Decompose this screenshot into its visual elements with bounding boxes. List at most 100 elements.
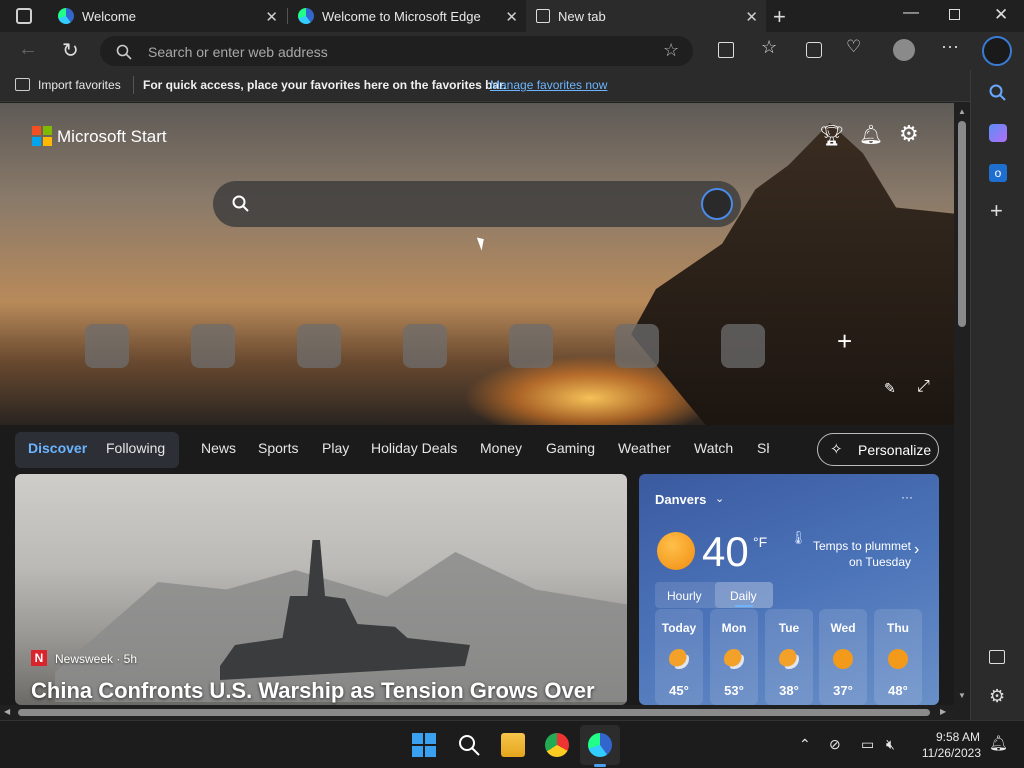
partly-cloudy-icon: [779, 649, 799, 669]
favorites-icon[interactable]: ☆: [761, 37, 777, 58]
quick-link-tile[interactable]: [403, 324, 447, 368]
copilot-sidebar-icon[interactable]: [989, 124, 1007, 142]
page-settings-icon[interactable]: ⚙: [899, 121, 919, 147]
scroll-left-arrow[interactable]: ◀: [4, 707, 10, 716]
quick-link-tile[interactable]: [509, 324, 553, 368]
forecast-day[interactable]: Thu 48°: [874, 609, 922, 705]
close-tab-icon[interactable]: ✕: [745, 8, 758, 26]
favorite-star-icon[interactable]: ☆: [663, 40, 679, 61]
notifications-bell-icon[interactable]: 🔔︎: [989, 734, 1008, 752]
tab-following[interactable]: Following: [106, 440, 165, 456]
expand-icon[interactable]: ⤢: [917, 378, 930, 396]
forecast-day[interactable]: Mon 53°: [710, 609, 758, 705]
back-button[interactable]: ←: [18, 38, 38, 61]
edit-background-icon[interactable]: ✎: [884, 380, 896, 397]
minimize-button[interactable]: —: [903, 4, 919, 22]
day-name: Wed: [830, 621, 856, 635]
tab-sports[interactable]: Sports: [258, 440, 298, 456]
copilot-icon[interactable]: [982, 36, 1012, 66]
quick-link-tile[interactable]: [191, 324, 235, 368]
forecast-day[interactable]: Tue 38°: [765, 609, 813, 705]
tab-daily[interactable]: Daily: [730, 589, 757, 603]
news-headline[interactable]: China Confronts U.S. Warship as Tension …: [31, 678, 595, 704]
forecast-day[interactable]: Today 45°: [655, 609, 703, 705]
settings-more-icon[interactable]: ···: [941, 36, 959, 57]
close-tab-icon[interactable]: ✕: [265, 8, 278, 26]
weather-location[interactable]: Danvers: [655, 492, 706, 507]
windows-start-icon[interactable]: [412, 733, 436, 757]
tab-watch[interactable]: Watch: [694, 440, 733, 456]
tab-play[interactable]: Play: [322, 440, 349, 456]
chevron-right-icon[interactable]: ›: [914, 541, 919, 559]
edge-icon[interactable]: [588, 733, 612, 757]
search-icon[interactable]: [457, 733, 481, 757]
network-disconnected-icon[interactable]: ⊘: [829, 736, 841, 753]
new-tab-button[interactable]: +: [773, 4, 786, 30]
web-search-box[interactable]: [213, 181, 741, 227]
outlook-icon[interactable]: o: [989, 164, 1007, 182]
sun-icon: [657, 532, 695, 570]
refresh-button[interactable]: ↻: [62, 38, 79, 63]
address-bar[interactable]: Search or enter web address ☆: [100, 36, 693, 66]
personalize-button[interactable]: ✧ Personalize: [817, 433, 939, 466]
collections-icon[interactable]: [806, 42, 822, 58]
add-shortcut-button[interactable]: +: [837, 326, 852, 357]
tab-gaming[interactable]: Gaming: [546, 440, 595, 456]
tab-shopping-truncated[interactable]: Sh: [757, 440, 769, 456]
tab-weather[interactable]: Weather: [618, 440, 671, 456]
quick-link-tile[interactable]: [615, 324, 659, 368]
clock-time[interactable]: 9:58 AM: [930, 730, 980, 744]
profile-avatar[interactable]: [893, 39, 915, 61]
volume-muted-icon[interactable]: 🔇︎: [886, 736, 895, 753]
chevron-up-icon[interactable]: ⌃: [799, 736, 811, 753]
tab-news[interactable]: News: [201, 440, 236, 456]
microsoft-logo: [32, 126, 52, 146]
chevron-down-icon[interactable]: ⌄: [715, 492, 724, 505]
quick-link-tile[interactable]: [721, 324, 765, 368]
tab-actions-icon[interactable]: [16, 8, 32, 24]
close-window-button[interactable]: ✕: [994, 5, 1008, 25]
forecast-day[interactable]: Wed 37°: [819, 609, 867, 705]
news-card[interactable]: N Newsweek · 5h China Confronts U.S. War…: [15, 474, 627, 705]
tab-new-tab[interactable]: New tab ✕: [526, 0, 766, 32]
windows-taskbar: ⌃ ⊘ ▭ 🔇︎ 9:58 AM 11/26/2023 🔔︎: [0, 720, 1024, 768]
bing-chat-icon[interactable]: [701, 188, 733, 220]
scroll-down-arrow[interactable]: ▼: [958, 691, 966, 700]
horizontal-scrollbar[interactable]: ◀ ▶: [0, 705, 954, 720]
hide-sidebar-icon[interactable]: [989, 650, 1005, 664]
split-screen-icon[interactable]: [718, 42, 734, 58]
file-explorer-icon[interactable]: [501, 733, 525, 757]
vertical-scroll-thumb[interactable]: [958, 121, 966, 327]
vertical-scrollbar[interactable]: ▲ ▼: [954, 103, 970, 705]
quick-link-tile[interactable]: [297, 324, 341, 368]
sidebar-settings-icon[interactable]: ⚙: [989, 686, 1005, 707]
weather-alert[interactable]: Temps to plummet on Tuesday: [799, 538, 911, 570]
current-temperature: 40: [702, 528, 749, 575]
display-icon[interactable]: ▭: [861, 736, 874, 753]
close-tab-icon[interactable]: ✕: [505, 8, 518, 26]
clock-date[interactable]: 11/26/2023: [917, 746, 981, 760]
notifications-bell-icon[interactable]: 🔔︎: [859, 123, 883, 147]
restore-button[interactable]: [949, 9, 960, 20]
weather-more-button[interactable]: ···: [901, 490, 913, 504]
tab-discover[interactable]: Discover: [28, 440, 87, 456]
import-favorites-button[interactable]: Import favorites: [38, 78, 121, 92]
manage-favorites-link[interactable]: Manage favorites now: [490, 78, 607, 92]
tab-hourly[interactable]: Hourly: [667, 589, 702, 603]
scroll-up-arrow[interactable]: ▲: [958, 107, 966, 116]
scroll-right-arrow[interactable]: ▶: [940, 707, 946, 716]
toolbar: ← ↻ Search or enter web address ☆ ☆ ♡ ··…: [0, 32, 1024, 70]
tab-welcome[interactable]: Welcome ✕: [48, 0, 286, 32]
tab-holiday-deals[interactable]: Holiday Deals: [371, 440, 457, 456]
tab-welcome-edge[interactable]: Welcome to Microsoft Edge ✕: [288, 0, 526, 32]
chrome-icon[interactable]: [545, 733, 569, 757]
feed-nav: Discover Following News Sports Play Holi…: [0, 425, 954, 473]
weather-card[interactable]: Danvers ⌄ ··· 40 °F 🌡︎ Temps to plummet …: [639, 474, 939, 705]
search-icon[interactable]: [989, 84, 1007, 102]
rewards-trophy-icon[interactable]: 🏆︎: [819, 123, 844, 148]
browser-essentials-icon[interactable]: ♡: [846, 37, 861, 57]
tab-money[interactable]: Money: [480, 440, 522, 456]
add-sidebar-app-icon[interactable]: +: [990, 198, 1003, 224]
quick-link-tile[interactable]: [85, 324, 129, 368]
horizontal-scroll-thumb[interactable]: [18, 709, 930, 716]
